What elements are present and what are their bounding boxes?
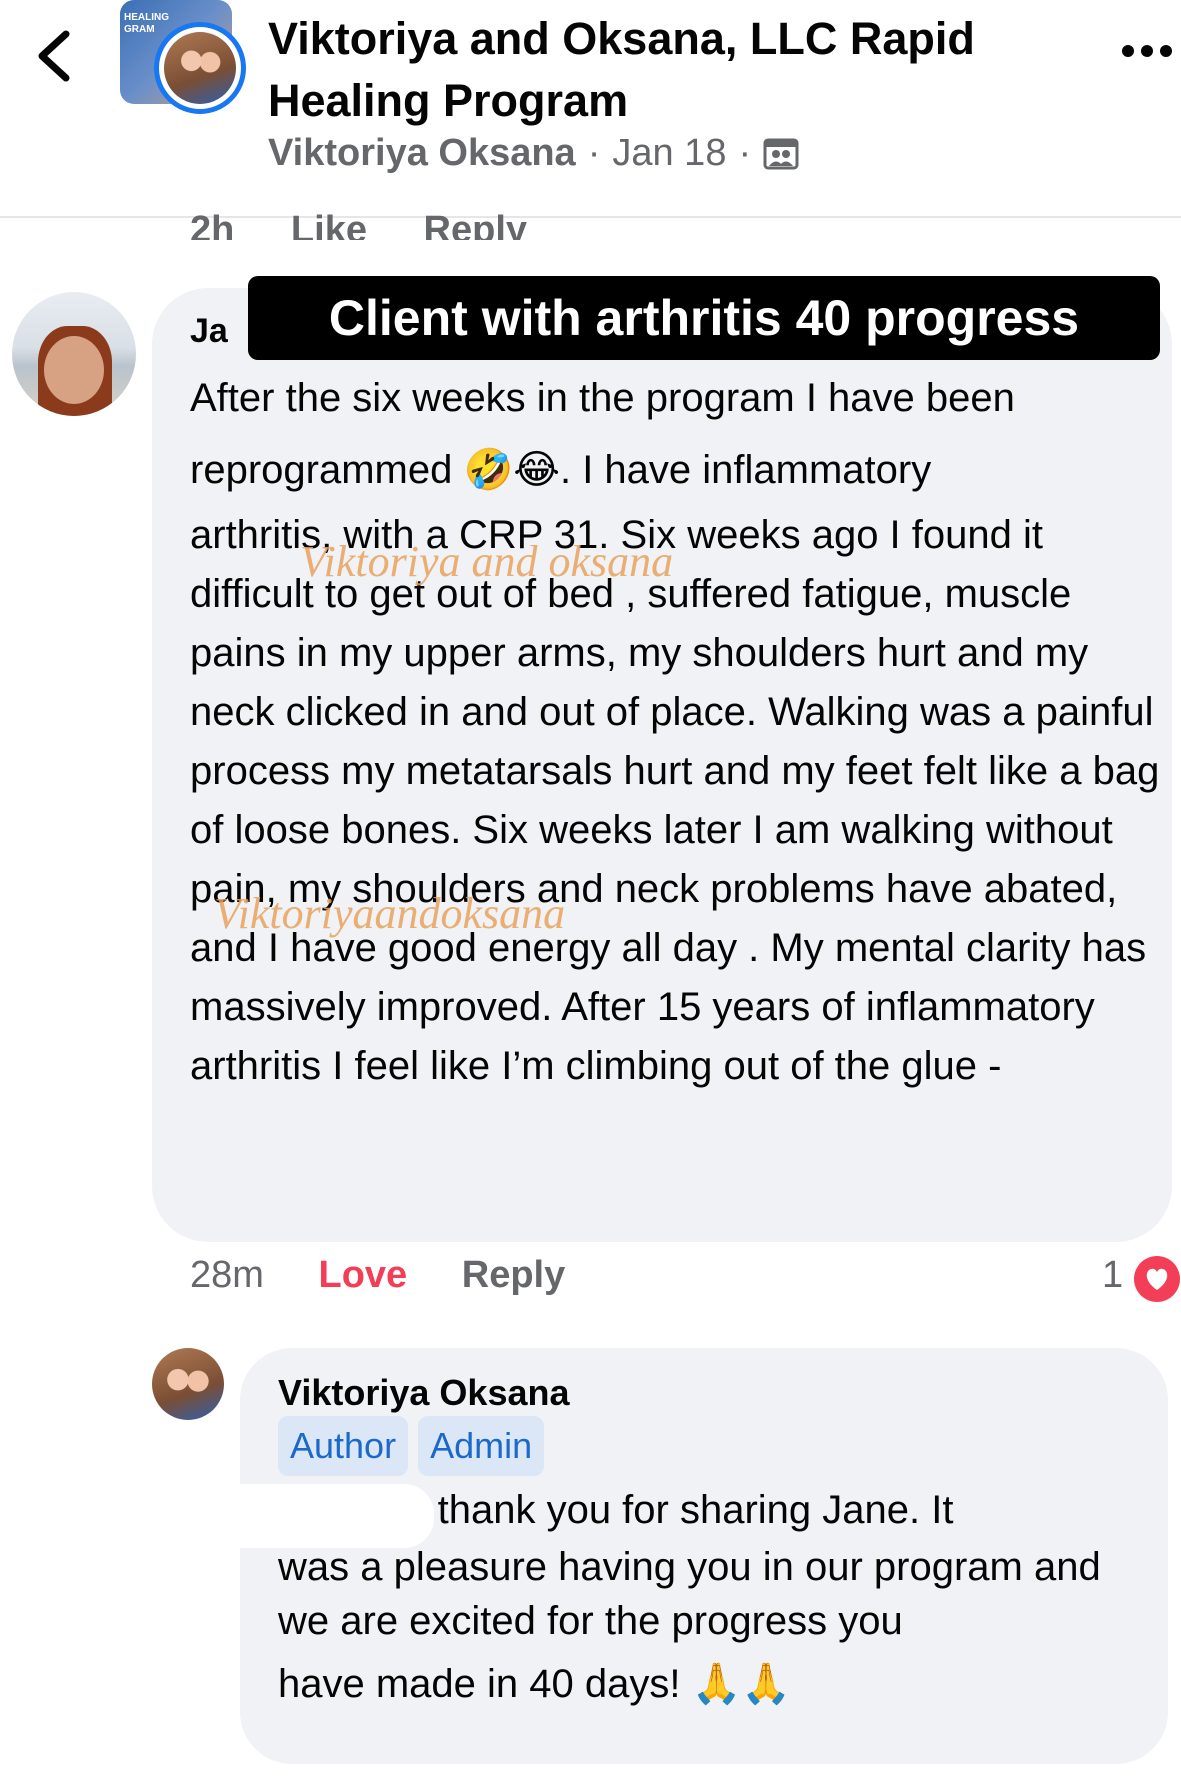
reply-author-avatar[interactable] [152, 1348, 224, 1420]
post-date[interactable]: Jan 18 [612, 132, 726, 175]
love-button[interactable]: Love [318, 1254, 407, 1296]
reply-line-3: have made in 40 days! 🙏🙏 [278, 1662, 792, 1706]
avatar-face [44, 336, 104, 404]
meta-separator-2: · [738, 132, 752, 174]
reply-line-2: was a pleasure having you in our program… [278, 1545, 1101, 1643]
author-badge: Author [278, 1416, 409, 1476]
watermark-1: Viktoriya and oksana [300, 537, 674, 586]
commenter-name[interactable]: Ja [190, 312, 228, 351]
admin-badge: Admin [418, 1416, 545, 1476]
previous-like[interactable]: Like [291, 209, 367, 240]
watermark-2: Viktoriyaandoksana [214, 889, 566, 938]
commenter-avatar[interactable] [12, 292, 136, 416]
reply-author-name[interactable]: Viktoriya Oksana [278, 1372, 570, 1414]
post-meta: Viktoriya Oksana · Jan 18 · [268, 132, 799, 175]
comment-line-2: reprogrammed 🤣😂. I have inflammatory [190, 448, 932, 492]
author-avatar-photo [164, 32, 236, 104]
overlay-caption: Client with arthritis 40 progress [248, 276, 1160, 360]
reaction-count[interactable]: 1 [1102, 1254, 1123, 1297]
group-title[interactable]: Viktoriya and Oksana, LLC Rapid Healing … [268, 8, 1088, 132]
previous-time: 2h [190, 209, 235, 240]
comment-line-1: After the six weeks in the program I hav… [190, 376, 1015, 420]
group-avatar-label: HEALING GRAM [124, 12, 169, 35]
group-audience-icon [763, 138, 799, 169]
comment-actions: 28m Love Reply [190, 1254, 609, 1297]
reply-badges: Author Admin [278, 1416, 545, 1476]
heart-reaction-icon[interactable] [1134, 1256, 1180, 1302]
redaction-mark [238, 1484, 434, 1548]
reply-button[interactable]: Reply [462, 1254, 565, 1296]
comment-time: 28m [190, 1254, 264, 1296]
more-dots-icon[interactable] [1120, 36, 1174, 66]
comment-body: arthritis, with a CRP 31. Six weeks ago … [190, 513, 1160, 1088]
author-avatar[interactable] [154, 22, 246, 114]
meta-separator: · [587, 132, 601, 174]
previous-comment-actions: 2h Like Reply [190, 200, 573, 240]
back-chevron-icon[interactable] [28, 26, 80, 86]
comment-text: After the six weeks in the program I hav… [190, 362, 1160, 1096]
previous-reply[interactable]: Reply [424, 209, 527, 240]
post-author[interactable]: Viktoriya Oksana [268, 132, 576, 175]
